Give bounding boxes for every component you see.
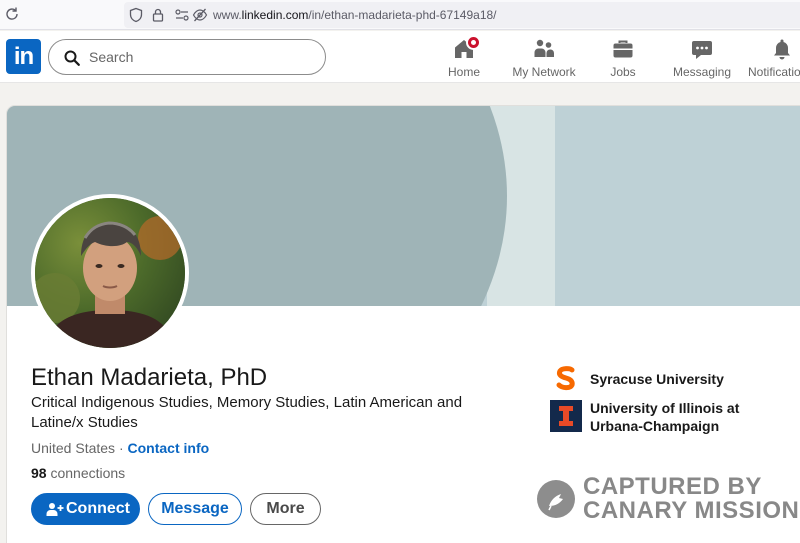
profile-headline: Critical Indigenous Studies, Memory Stud… bbox=[31, 394, 463, 431]
profile-name: Ethan Madarieta, PhD bbox=[31, 364, 268, 391]
nav-messaging[interactable]: Messaging bbox=[670, 35, 734, 81]
reload-icon[interactable] bbox=[4, 6, 20, 22]
people-icon bbox=[534, 39, 554, 57]
connections-label: connections bbox=[46, 465, 126, 481]
lock-icon[interactable] bbox=[150, 7, 166, 23]
location-text: United States bbox=[31, 440, 116, 456]
chat-icon bbox=[692, 41, 712, 59]
search-input[interactable] bbox=[89, 46, 309, 68]
address-bar[interactable]: www.linkedin.com/in/ethan-madarieta-phd-… bbox=[124, 2, 800, 28]
permissions-icon[interactable] bbox=[174, 7, 190, 23]
syracuse-logo-icon bbox=[556, 366, 575, 391]
notification-badge bbox=[466, 35, 481, 50]
search-box[interactable] bbox=[48, 39, 326, 75]
canary-logo-icon bbox=[537, 480, 575, 518]
url-path: /in/ethan-madarieta-phd-67149a18/ bbox=[308, 8, 497, 22]
nav-home-label: Home bbox=[447, 65, 480, 79]
nav-messaging-label: Messaging bbox=[672, 65, 732, 79]
nav-notifications[interactable]: Notifications bbox=[746, 35, 800, 81]
contact-info-link[interactable]: Contact info bbox=[128, 440, 210, 456]
bell-icon bbox=[774, 39, 790, 60]
tracking-blocked-icon[interactable] bbox=[192, 7, 208, 23]
nav-my-network-label: My Network bbox=[512, 65, 576, 79]
browser-toolbar: www.linkedin.com/in/ethan-madarieta-phd-… bbox=[0, 0, 800, 30]
education-name: University of Illinois at Urbana-Champai… bbox=[590, 400, 740, 434]
nav-notifications-label: Notifications bbox=[748, 65, 800, 79]
separator-dot: · bbox=[115, 440, 128, 456]
nav-jobs-label: Jobs bbox=[610, 65, 636, 79]
url-text[interactable]: www.linkedin.com/in/ethan-madarieta-phd-… bbox=[213, 8, 497, 22]
nav-my-network[interactable]: My Network bbox=[508, 35, 580, 81]
more-button[interactable]: More bbox=[250, 493, 321, 525]
education-name: Syracuse University bbox=[590, 371, 724, 387]
education-item-illinois[interactable]: University of Illinois at Urbana-Champai… bbox=[550, 400, 800, 440]
watermark-text: CAPTURED BY CANARY MISSION bbox=[583, 475, 799, 523]
shield-icon[interactable] bbox=[128, 7, 144, 23]
search-icon bbox=[64, 50, 80, 66]
briefcase-icon bbox=[613, 40, 633, 58]
connect-button[interactable]: Connect bbox=[31, 493, 140, 525]
connections-count[interactable]: 98 connections bbox=[31, 465, 125, 481]
watermark-line-1: CAPTURED BY bbox=[583, 473, 762, 500]
portrait-image bbox=[35, 198, 185, 348]
canary-mission-watermark: CAPTURED BY CANARY MISSION bbox=[535, 475, 800, 525]
message-button[interactable]: Message bbox=[148, 493, 242, 525]
profile-location-row: United States · Contact info bbox=[31, 440, 209, 456]
nav-jobs[interactable]: Jobs bbox=[604, 35, 642, 81]
add-person-icon bbox=[46, 503, 64, 516]
url-domain: linkedin.com bbox=[241, 8, 309, 22]
url-prefix: www. bbox=[213, 8, 242, 22]
nav-home[interactable]: Home bbox=[446, 35, 482, 81]
global-nav: in Home My Network Jobs Messaging Notifi… bbox=[0, 31, 800, 83]
connect-label: Connect bbox=[66, 500, 130, 517]
linkedin-logo[interactable]: in bbox=[6, 39, 41, 74]
profile-photo[interactable] bbox=[31, 194, 189, 352]
watermark-line-2: CANARY MISSION bbox=[583, 497, 800, 524]
education-item-syracuse[interactable]: Syracuse University bbox=[550, 366, 800, 392]
illinois-logo-icon bbox=[550, 400, 582, 432]
connections-number: 98 bbox=[31, 465, 47, 481]
